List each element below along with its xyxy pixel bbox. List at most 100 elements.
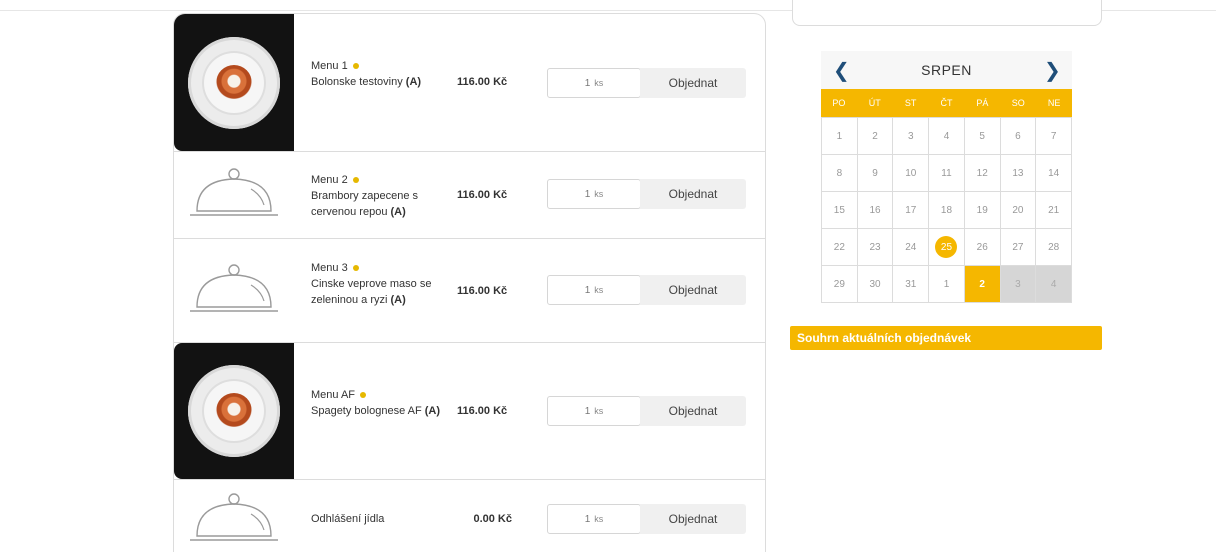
- quantity-input[interactable]: 1 ks: [547, 396, 641, 426]
- allergen-code: (A): [424, 405, 441, 417]
- cloche-icon: [190, 263, 278, 312]
- quantity-input[interactable]: 1 ks: [547, 275, 641, 305]
- calendar-day[interactable]: 5: [964, 118, 1001, 155]
- menu-name: Menu 3: [311, 262, 348, 274]
- dish-description: Bolonske testoviny: [311, 76, 403, 88]
- allergen-code: (A): [405, 76, 422, 88]
- pasta-dish-image: [216, 393, 252, 429]
- calendar-day[interactable]: 1: [929, 266, 965, 303]
- menu-description: Menu 1 Bolonske testoviny (A): [311, 58, 441, 90]
- calendar-day-disabled: 3: [1000, 266, 1037, 303]
- quantity-unit: ks: [594, 78, 604, 88]
- weekday-label: NE: [1047, 98, 1061, 108]
- chevron-right-icon[interactable]: ❯: [1044, 58, 1061, 83]
- calendar-day[interactable]: 19: [964, 192, 1001, 229]
- calendar-day[interactable]: 8: [822, 155, 858, 192]
- calendar-day[interactable]: 24: [893, 229, 930, 266]
- allergen-code: (A): [390, 294, 406, 306]
- weekday-label: ČT: [940, 98, 953, 108]
- cloche-icon: [190, 493, 278, 541]
- menu-name: Menu 1: [311, 60, 348, 72]
- quantity-value: 1: [584, 188, 591, 200]
- calendar-day[interactable]: 16: [857, 192, 894, 229]
- calendar-day[interactable]: 27: [1000, 229, 1037, 266]
- price: 0.00 Kč: [473, 513, 512, 525]
- calendar-day[interactable]: 15: [822, 192, 858, 229]
- quantity-input[interactable]: 1 ks: [547, 504, 641, 534]
- today-marker: 25: [935, 236, 958, 258]
- menu-row-2: Menu 2 Brambory zapecene s cervenou repo…: [174, 152, 765, 239]
- menu-row-5: Odhlášení jídla 0.00 Kč 1 ks Objednat: [174, 480, 765, 552]
- quantity-value: 1: [584, 405, 591, 417]
- calendar-day[interactable]: 17: [893, 192, 930, 229]
- quantity-value: 1: [584, 284, 591, 296]
- cloche-placeholder: [174, 480, 294, 552]
- quantity-input[interactable]: 1 ks: [547, 179, 641, 209]
- pasta-dish-image: [216, 64, 252, 101]
- order-button[interactable]: Objednat: [640, 275, 746, 305]
- calendar-day[interactable]: 3: [893, 118, 930, 155]
- cloche-placeholder: [174, 239, 294, 342]
- calendar-day[interactable]: 30: [857, 266, 894, 303]
- dish-photo[interactable]: [174, 14, 294, 151]
- menu-description: Menu 2 Brambory zapecene s cervenou repo…: [311, 172, 441, 220]
- calendar-grid: 1 2 3 4 5 6 7 8 9 10 11 12 13 14 15 16 1…: [821, 117, 1072, 303]
- status-dot-icon: [352, 63, 359, 69]
- calendar-day[interactable]: 6: [1000, 118, 1037, 155]
- dish-photo[interactable]: [174, 343, 294, 479]
- calendar-day[interactable]: 4: [929, 118, 965, 155]
- order-button[interactable]: Objednat: [640, 504, 746, 534]
- chevron-left-icon[interactable]: ❮: [833, 58, 850, 83]
- calendar-day[interactable]: 20: [1000, 192, 1037, 229]
- dish-description: Spagety bolognese AF: [311, 405, 422, 417]
- order-button[interactable]: Objednat: [640, 68, 746, 98]
- calendar-day[interactable]: 29: [822, 266, 858, 303]
- quantity-unit: ks: [594, 285, 604, 295]
- calendar-day[interactable]: 28: [1036, 229, 1072, 266]
- calendar-day[interactable]: 7: [1036, 118, 1072, 155]
- calendar-day-selected[interactable]: 2: [964, 266, 1001, 303]
- order-button[interactable]: Objednat: [640, 179, 746, 209]
- calendar: ❮ SRPEN ❯ PO ÚT ST ČT PÁ SO NE 1 2 3 4 5…: [821, 51, 1072, 303]
- price: 116.00 Kč: [457, 189, 508, 201]
- calendar-day[interactable]: 18: [929, 192, 965, 229]
- calendar-day[interactable]: 10: [893, 155, 930, 192]
- calendar-day[interactable]: 2: [857, 118, 894, 155]
- calendar-day[interactable]: 1: [822, 118, 858, 155]
- menu-row-3: Menu 3 Cinske veprove maso se zeleninou …: [174, 239, 765, 343]
- calendar-day[interactable]: 13: [1000, 155, 1037, 192]
- price: 116.00 Kč: [457, 76, 508, 88]
- quantity-input[interactable]: 1 ks: [547, 68, 641, 98]
- menu-row-1: Menu 1 Bolonske testoviny (A) 116.00 Kč …: [174, 14, 765, 152]
- menu-name: Menu AF: [311, 389, 356, 401]
- allergen-code: (A): [390, 206, 406, 218]
- calendar-header: ❮ SRPEN ❯: [821, 51, 1072, 89]
- quantity-unit: ks: [594, 189, 604, 199]
- menu-description: Menu AF Spagety bolognese AF (A): [311, 387, 441, 419]
- calendar-day[interactable]: 23: [857, 229, 894, 266]
- menu-name: Menu 2: [311, 174, 348, 186]
- weekday-label: PÁ: [976, 98, 989, 108]
- calendar-day[interactable]: 12: [964, 155, 1001, 192]
- calendar-day-today[interactable]: 25: [929, 229, 965, 266]
- calendar-day[interactable]: 21: [1036, 192, 1072, 229]
- calendar-weekdays: PO ÚT ST ČT PÁ SO NE: [821, 89, 1072, 117]
- dish-description: Cinske veprove maso se zeleninou a ryzi: [311, 278, 432, 306]
- calendar-day[interactable]: 14: [1036, 155, 1072, 192]
- calendar-month: SRPEN: [921, 62, 972, 78]
- order-button[interactable]: Objednat: [640, 396, 746, 426]
- calendar-day[interactable]: 31: [893, 266, 930, 303]
- menu-list: Menu 1 Bolonske testoviny (A) 116.00 Kč …: [173, 13, 766, 552]
- quantity-unit: ks: [594, 406, 604, 416]
- calendar-day[interactable]: 22: [822, 229, 858, 266]
- weekday-label: ÚT: [868, 98, 881, 108]
- status-dot-icon: [360, 392, 367, 398]
- cloche-placeholder: [174, 152, 294, 238]
- order-summary-header[interactable]: Souhrn aktuálních objednávek: [790, 326, 1102, 350]
- calendar-day[interactable]: 9: [857, 155, 894, 192]
- menu-description: Menu 3 Cinske veprove maso se zeleninou …: [311, 260, 441, 308]
- calendar-day[interactable]: 26: [964, 229, 1001, 266]
- calendar-day[interactable]: 11: [929, 155, 965, 192]
- status-dot-icon: [352, 265, 359, 271]
- weekday-label: PO: [832, 98, 846, 108]
